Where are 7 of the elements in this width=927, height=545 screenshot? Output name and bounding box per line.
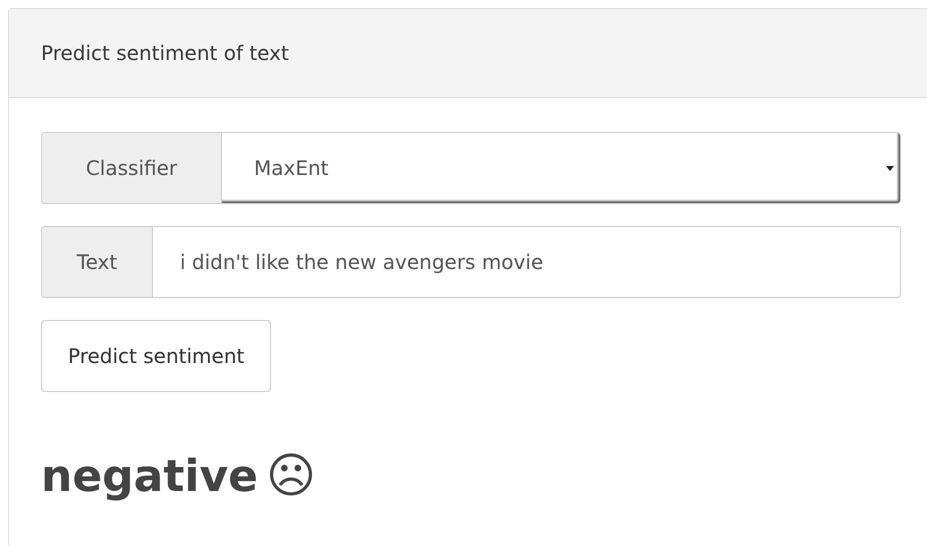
classifier-label: Classifier: [42, 133, 222, 203]
classifier-dropdown[interactable]: MaxEnt: [222, 133, 900, 203]
result-text: negative: [41, 450, 258, 502]
sad-face-icon: ☹: [266, 448, 316, 504]
predict-button[interactable]: Predict sentiment: [41, 320, 272, 392]
panel-title: Predict sentiment of text: [41, 41, 289, 65]
caret-icon: [886, 166, 894, 170]
